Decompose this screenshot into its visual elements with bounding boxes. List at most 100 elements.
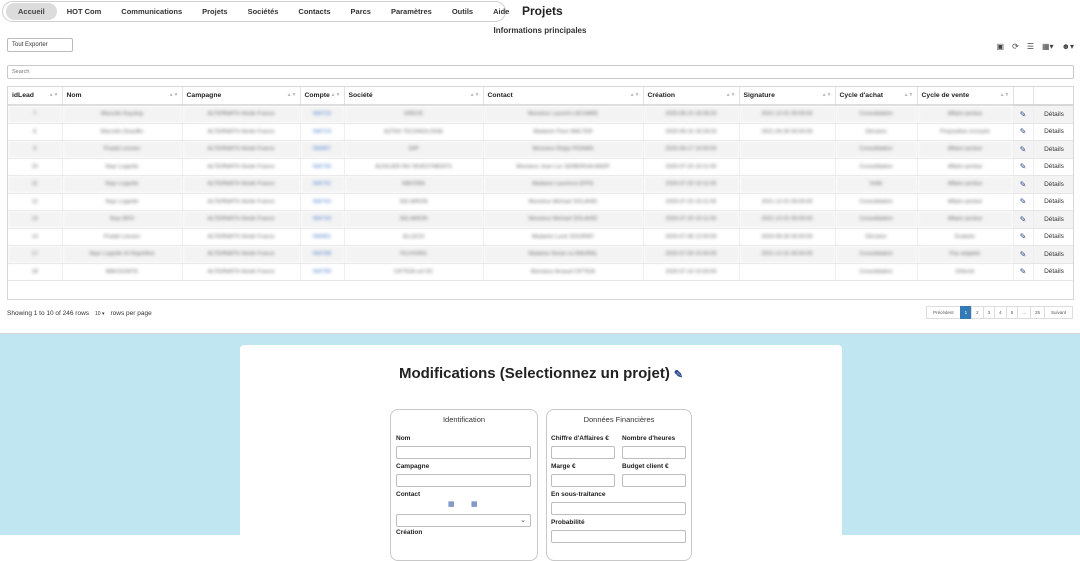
nav-hot-com[interactable]: HOT Com bbox=[57, 7, 112, 16]
nav-contacts[interactable]: Contacts bbox=[288, 7, 340, 16]
details-link[interactable]: Détails bbox=[1044, 233, 1064, 240]
col-creation[interactable]: Création ▲▼ bbox=[643, 87, 740, 106]
cell-compte[interactable]: NW788 bbox=[300, 245, 345, 264]
nav-aide[interactable]: Aide bbox=[483, 7, 519, 16]
list-icon[interactable]: ☰ bbox=[1027, 42, 1034, 51]
refresh-icon[interactable]: ⟳ bbox=[1012, 42, 1019, 51]
pencil-icon[interactable]: ✎ bbox=[1020, 250, 1027, 259]
nav-outils[interactable]: Outils bbox=[442, 7, 483, 16]
details-link[interactable]: Détails bbox=[1044, 146, 1064, 153]
nav-societes[interactable]: Sociétés bbox=[238, 7, 289, 16]
table-row[interactable]: 13 Nayr BFH ALTERNATIV Ainde France NW74… bbox=[8, 210, 1073, 229]
cell-details: Détails bbox=[1033, 245, 1073, 264]
pager-page-25[interactable]: 25 bbox=[1029, 306, 1045, 319]
pencil-icon[interactable]: ✎ bbox=[1020, 162, 1027, 171]
nav-accueil[interactable]: Accueil bbox=[6, 3, 57, 20]
pencil-icon[interactable]: ✎ bbox=[1020, 145, 1027, 154]
table-row[interactable]: 14 Pradal Lionsen ALTERNATIV Ainde Franc… bbox=[8, 228, 1073, 246]
pencil-icon[interactable]: ✎ bbox=[1020, 267, 1027, 276]
pager-next[interactable]: Suivant bbox=[1043, 306, 1073, 319]
cell-nom: Pradal Lionsen bbox=[62, 140, 183, 159]
rows-info: Showing 1 to 10 of 246 rows 10 ▾ rows pe… bbox=[7, 310, 152, 317]
nom-input[interactable] bbox=[396, 446, 531, 459]
table-row[interactable]: 12 Nayr Logarite ALTERNATIV Ainde France… bbox=[8, 193, 1073, 211]
cell-details: Détails bbox=[1033, 175, 1073, 194]
cell-nom: Nayr Logarite IH Rapréline bbox=[62, 245, 183, 264]
table-row[interactable]: 9 Pradal Lionsen ALTERNATIV Ainde France… bbox=[8, 140, 1073, 159]
sous-traitance-input[interactable] bbox=[551, 502, 686, 515]
col-idlead[interactable]: idLead ▲▼ bbox=[8, 87, 63, 106]
pencil-icon[interactable]: ✎ bbox=[1020, 180, 1027, 189]
nav-communications[interactable]: Communications bbox=[111, 7, 192, 16]
cell-compte[interactable]: NW891 bbox=[300, 228, 345, 246]
export-all-button[interactable]: Tout Exporter bbox=[7, 38, 73, 52]
cell-details: Détails bbox=[1033, 123, 1073, 141]
pencil-icon[interactable]: ✎ bbox=[1020, 110, 1027, 119]
pencil-icon[interactable]: ✎ bbox=[1020, 197, 1027, 206]
col-cycle-vente[interactable]: Cycle de vente ▲▼ bbox=[917, 87, 1014, 106]
table-row[interactable]: 10 Nayr Logarite ALTERNATIV Ainde France… bbox=[8, 158, 1073, 176]
cell-edit: ✎ bbox=[1013, 210, 1034, 229]
table-row[interactable]: 11 Nayr Logarite ALTERNATIV Ainde France… bbox=[8, 175, 1073, 194]
cell-compte[interactable]: NW743 bbox=[300, 210, 345, 229]
cell-compte[interactable]: NW741 bbox=[300, 175, 345, 194]
details-link[interactable]: Détails bbox=[1044, 111, 1064, 118]
details-link[interactable]: Détails bbox=[1044, 181, 1064, 188]
cell-signature bbox=[739, 263, 836, 281]
nav-parcs[interactable]: Parcs bbox=[341, 7, 381, 16]
col-cycle-achat[interactable]: Cycle d'achat ▲▼ bbox=[835, 87, 918, 106]
pencil-icon[interactable]: ✎ bbox=[1020, 215, 1027, 224]
table-row[interactable]: 18 MAVOUNITE ALTERNATIV Ainde France NW7… bbox=[8, 263, 1073, 281]
budget-input[interactable] bbox=[622, 474, 686, 487]
pencil-icon[interactable]: ✎ bbox=[674, 369, 683, 381]
cell-details: Détails bbox=[1033, 210, 1073, 229]
contact-select[interactable]: ⌄ bbox=[396, 514, 531, 527]
search-input[interactable] bbox=[7, 65, 1074, 79]
cell-idlead: 14 bbox=[8, 228, 63, 246]
pencil-icon[interactable]: ✎ bbox=[1020, 127, 1027, 136]
col-signature[interactable]: Signature ▲▼ bbox=[739, 87, 836, 106]
cell-compte[interactable]: NW789 bbox=[300, 263, 345, 281]
campagne-label: Campagne bbox=[396, 463, 430, 470]
details-link[interactable]: Détails bbox=[1044, 128, 1064, 135]
nav-parametres[interactable]: Paramètres bbox=[381, 7, 442, 16]
financial-panel: Données Financières Chiffre d'Affaires €… bbox=[546, 409, 692, 561]
details-link[interactable]: Détails bbox=[1044, 163, 1064, 170]
details-link[interactable]: Détails bbox=[1044, 251, 1064, 258]
pencil-icon[interactable]: ✎ bbox=[1020, 232, 1027, 241]
heures-input[interactable] bbox=[622, 446, 686, 459]
col-campagne[interactable]: Campagne ▲▼ bbox=[182, 87, 301, 106]
cell-idlead: 12 bbox=[8, 193, 63, 211]
columns-icon[interactable]: ▦▾ bbox=[1042, 42, 1054, 51]
cell-compte[interactable]: NW723 bbox=[300, 105, 345, 124]
campagne-input[interactable] bbox=[396, 474, 531, 487]
table-row[interactable]: 17 Nayr Logarite IH Rapréline ALTERNATIV… bbox=[8, 245, 1073, 264]
pager-previous[interactable]: Précédent bbox=[926, 306, 961, 319]
details-link[interactable]: Détails bbox=[1044, 216, 1064, 223]
toggle-icon[interactable]: ▣ bbox=[997, 42, 1005, 51]
col-nom[interactable]: Nom ▲▼ bbox=[62, 87, 183, 106]
table-row[interactable]: 7 Marcelin Kaysing ALTERNATIV Ainde Fran… bbox=[8, 105, 1073, 124]
col-compte[interactable]: Compte ▲▼ bbox=[300, 87, 345, 106]
nav-projets[interactable]: Projets bbox=[192, 7, 237, 16]
details-link[interactable]: Détails bbox=[1044, 268, 1064, 275]
page-size-dropdown[interactable]: 10 ▾ bbox=[95, 311, 104, 317]
col-societe[interactable]: Société ▲▼ bbox=[344, 87, 484, 106]
cell-cycle-vente: Affaire perdue bbox=[917, 158, 1014, 176]
marge-input[interactable] bbox=[551, 474, 615, 487]
table-row[interactable]: 8 Marcelin Deauffin ALTERNATIV Ainde Fra… bbox=[8, 123, 1073, 141]
user-icon[interactable]: ☻▾ bbox=[1062, 42, 1074, 51]
cell-compte[interactable]: NW724 bbox=[300, 123, 345, 141]
cell-compte[interactable]: NW897 bbox=[300, 140, 345, 159]
details-link[interactable]: Détails bbox=[1044, 198, 1064, 205]
chevron-down-icon: ⌄ bbox=[520, 517, 526, 524]
cell-details: Détails bbox=[1033, 228, 1073, 246]
probabilite-input[interactable] bbox=[551, 530, 686, 543]
cell-compte[interactable]: NW740 bbox=[300, 158, 345, 176]
ca-input[interactable] bbox=[551, 446, 615, 459]
cell-idlead: 11 bbox=[8, 175, 63, 194]
contact-search-icon[interactable]: ▦ bbox=[471, 500, 478, 508]
cell-compte[interactable]: NW742 bbox=[300, 193, 345, 211]
contact-add-icon[interactable]: ▦ bbox=[448, 500, 455, 508]
col-contact[interactable]: Contact ▲▼ bbox=[483, 87, 644, 106]
